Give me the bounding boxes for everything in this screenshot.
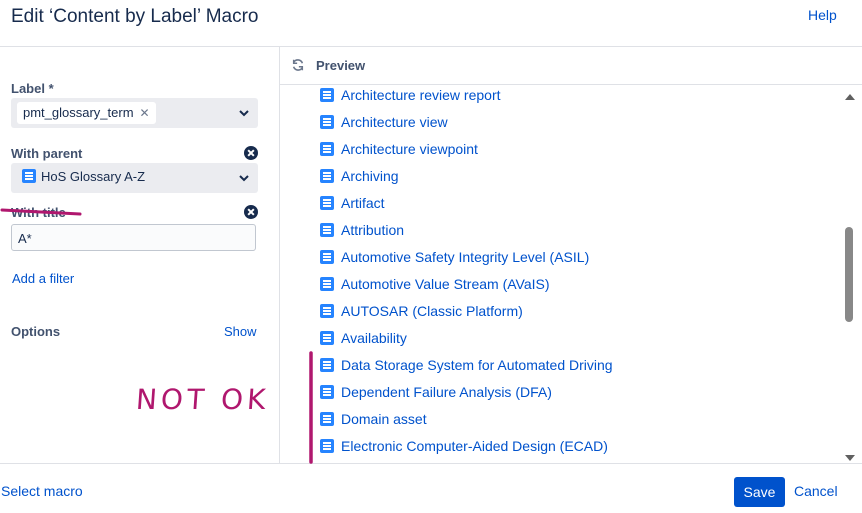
refresh-icon[interactable] <box>291 58 305 72</box>
document-icon <box>320 142 334 156</box>
document-icon <box>320 439 334 453</box>
list-item[interactable]: AUTOSAR (Classic Platform) <box>320 301 523 321</box>
list-item-title[interactable]: Data Storage System for Automated Drivin… <box>341 357 613 373</box>
label-select[interactable]: pmt_glossary_term ✕ <box>11 98 258 128</box>
list-item-title[interactable]: AUTOSAR (Classic Platform) <box>341 303 523 319</box>
label-chip: pmt_glossary_term ✕ <box>17 102 156 124</box>
document-icon <box>320 358 334 372</box>
with-title-input[interactable]: A* <box>11 224 256 251</box>
help-link[interactable]: Help <box>808 7 837 23</box>
document-icon <box>320 412 334 426</box>
list-item-title[interactable]: Dependent Failure Analysis (DFA) <box>341 384 552 400</box>
list-item[interactable]: Data Storage System for Automated Drivin… <box>320 355 613 375</box>
parent-field-title: With parent <box>11 146 83 161</box>
annotation-text: NOT OK <box>134 383 271 416</box>
with-title-field-title: With title <box>11 205 66 220</box>
list-item[interactable]: Availability <box>320 328 407 348</box>
parent-value: HoS Glossary A-Z <box>41 169 146 184</box>
list-item[interactable]: Dependent Failure Analysis (DFA) <box>320 382 552 402</box>
list-item[interactable]: Attribution <box>320 220 404 240</box>
dialog-header: Edit ‘Content by Label’ Macro Help <box>0 0 862 47</box>
preview-scrollbar[interactable] <box>843 85 857 463</box>
list-item-title[interactable]: Attribution <box>341 222 404 238</box>
list-item[interactable]: Automotive Safety Integrity Level (ASIL) <box>320 247 589 267</box>
cancel-button[interactable]: Cancel <box>794 483 838 499</box>
label-field-title: Label * <box>11 81 54 96</box>
scrollbar-thumb[interactable] <box>845 227 853 322</box>
list-item-title[interactable]: Domain asset <box>341 411 427 427</box>
preview-header: Preview <box>280 47 862 85</box>
document-icon <box>320 88 334 102</box>
dialog-title: Edit ‘Content by Label’ Macro <box>11 6 259 27</box>
document-icon <box>320 331 334 345</box>
list-item[interactable]: Automotive Value Stream (AVaIS) <box>320 274 550 294</box>
list-item[interactable]: Archiving <box>320 166 399 186</box>
select-macro-link[interactable]: Select macro <box>1 483 83 499</box>
list-item[interactable]: Architecture viewpoint <box>320 139 478 159</box>
chevron-down-icon[interactable] <box>238 107 250 119</box>
list-item-title[interactable]: Automotive Safety Integrity Level (ASIL) <box>341 249 589 265</box>
scroll-down-arrow-icon[interactable] <box>845 455 855 461</box>
add-filter-link[interactable]: Add a filter <box>12 271 74 286</box>
document-icon <box>320 385 334 399</box>
list-item-title[interactable]: Archiving <box>341 168 399 184</box>
list-item-title[interactable]: Availability <box>341 330 407 346</box>
document-icon <box>320 304 334 318</box>
save-button[interactable]: Save <box>734 477 785 507</box>
options-show-link[interactable]: Show <box>224 324 257 339</box>
document-icon <box>320 277 334 291</box>
list-item-title[interactable]: Artifact <box>341 195 385 211</box>
preview-list: Architecture review report Architecture … <box>280 85 842 463</box>
dialog-footer: Select macro Save Cancel <box>0 463 862 513</box>
parent-select[interactable]: HoS Glossary A-Z <box>11 163 258 193</box>
document-icon <box>320 196 334 210</box>
chevron-down-icon[interactable] <box>238 172 250 184</box>
list-item[interactable]: Domain asset <box>320 409 427 429</box>
list-item-title[interactable]: Automotive Value Stream (AVaIS) <box>341 276 550 292</box>
scroll-up-arrow-icon[interactable] <box>845 94 855 100</box>
document-icon <box>22 169 36 183</box>
document-icon <box>320 223 334 237</box>
document-icon <box>320 115 334 129</box>
list-item[interactable]: Electronic Computer-Aided Design (ECAD) <box>320 436 608 456</box>
options-title: Options <box>11 324 61 339</box>
list-item[interactable]: Artifact <box>320 193 385 213</box>
list-item-title[interactable]: Architecture view <box>341 114 448 130</box>
clear-icon[interactable] <box>244 146 258 160</box>
close-icon[interactable]: ✕ <box>140 106 150 120</box>
list-item[interactable]: Architecture review report <box>320 85 501 105</box>
list-item-title[interactable]: Electronic Computer-Aided Design (ECAD) <box>341 438 608 454</box>
label-chip-text: pmt_glossary_term <box>23 105 134 120</box>
document-icon <box>320 250 334 264</box>
clear-icon[interactable] <box>244 205 258 219</box>
preview-title: Preview <box>316 58 366 73</box>
list-item[interactable]: Architecture view <box>320 112 448 132</box>
document-icon <box>320 169 334 183</box>
list-item-title[interactable]: Architecture review report <box>341 87 501 103</box>
list-item-title[interactable]: Architecture viewpoint <box>341 141 478 157</box>
